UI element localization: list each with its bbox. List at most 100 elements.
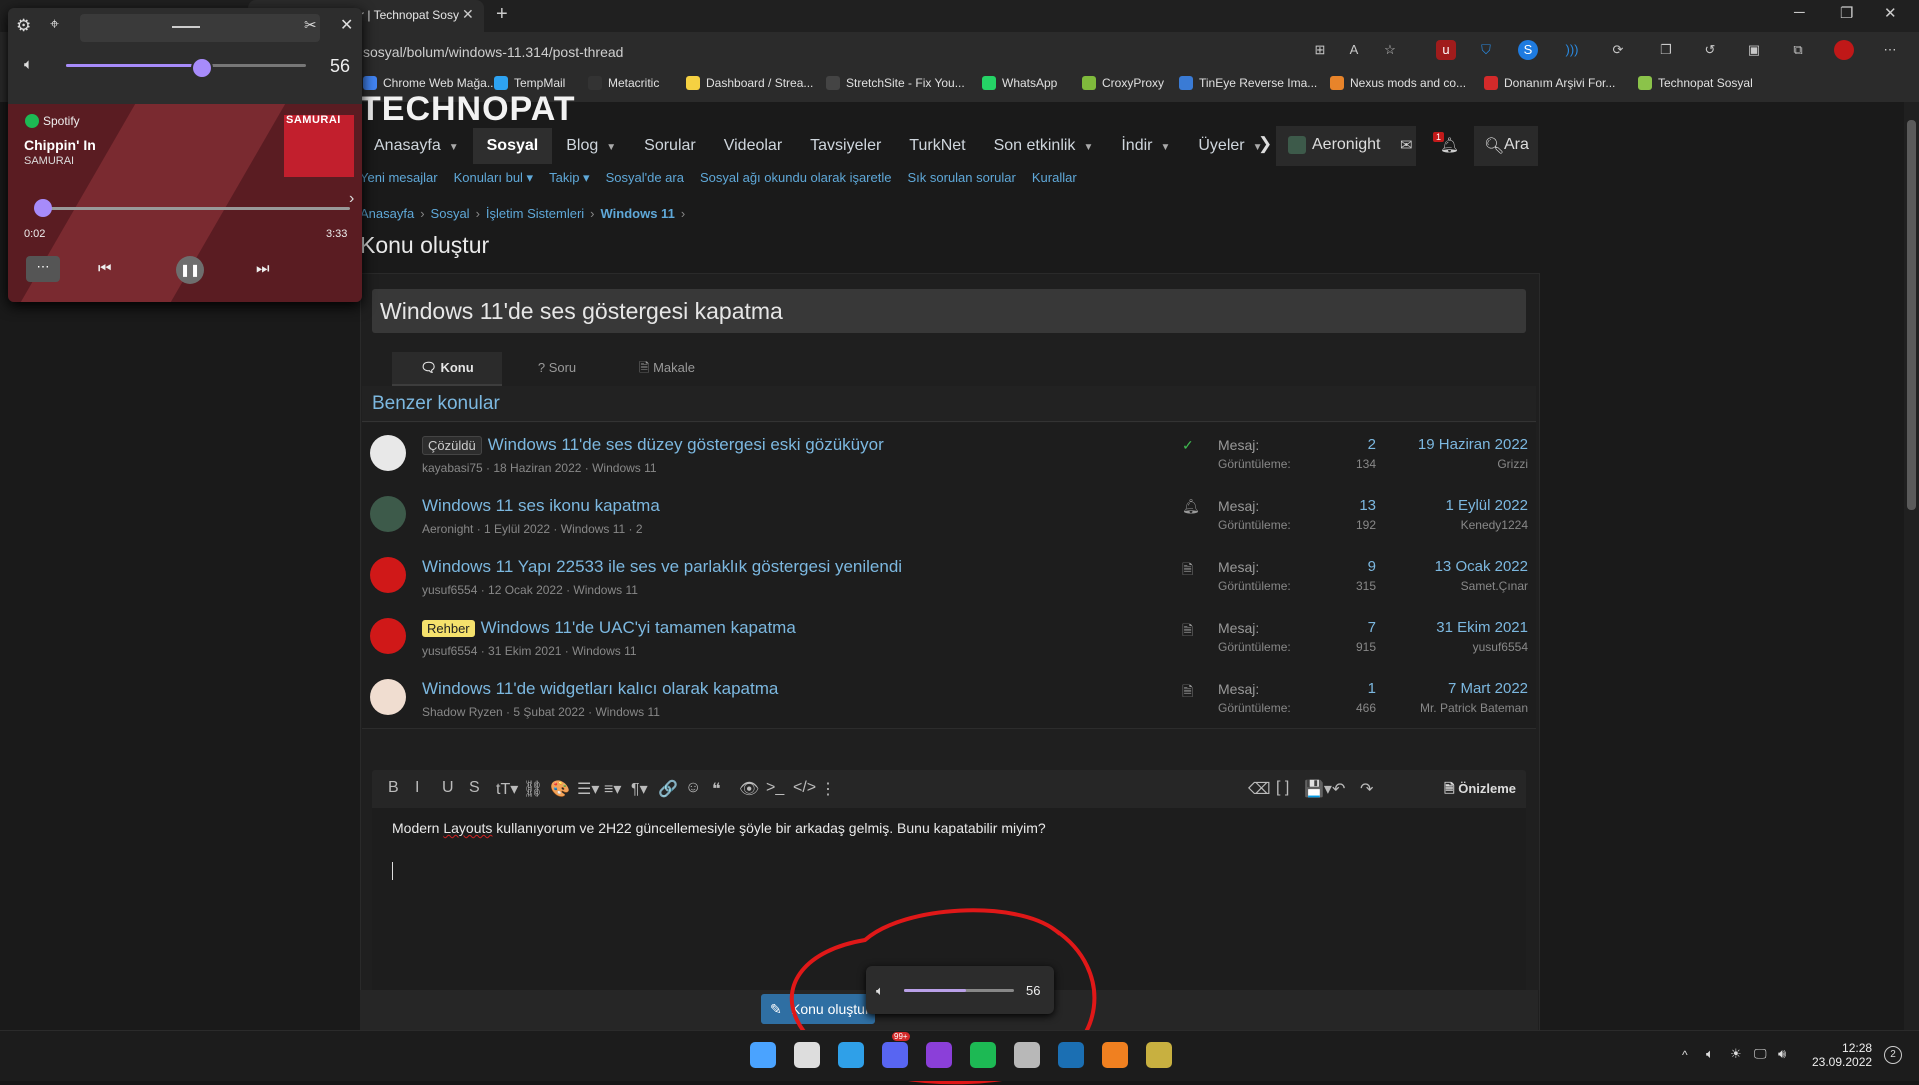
thread-title-link[interactable]: Windows 11 Yapı 22533 ile ses ve parlakl…: [422, 557, 902, 577]
seek-thumb[interactable]: [34, 199, 53, 217]
seek-track[interactable]: [40, 207, 350, 210]
bookmark-item[interactable]: Dashboard / Strea...: [686, 76, 813, 90]
breadcrumb-link[interactable]: Windows 11: [601, 206, 675, 221]
thread-title-input[interactable]: Windows 11'de ses göstergesi kapatma: [372, 289, 1526, 333]
ublock-icon[interactable]: u: [1436, 40, 1456, 60]
thread-title-link[interactable]: Windows 11'de widgetları kalıcı olarak k…: [422, 679, 778, 699]
editor-tool-button[interactable]: </>: [793, 779, 816, 797]
thread-prefix-badge[interactable]: Rehber: [422, 620, 475, 637]
bookmark-item[interactable]: WhatsApp: [982, 76, 1057, 90]
bookmark-item[interactable]: Metacritic: [588, 76, 659, 90]
chevron-down-icon[interactable]: ▼: [1160, 142, 1170, 153]
brightness-icon[interactable]: ☀: [1730, 1046, 1742, 1062]
subnav-link[interactable]: Sık sorulan sorular: [907, 170, 1015, 186]
thread-title-link[interactable]: Çözüldü Windows 11'de ses düzey gösterges…: [422, 435, 884, 455]
similar-thread-row[interactable]: Windows 11 ses ikonu kapatma Aeronight · …: [362, 484, 1536, 546]
tab-close-icon[interactable]: ✕: [462, 6, 474, 23]
discord-icon[interactable]: [882, 1042, 908, 1068]
edge-icon[interactable]: [838, 1042, 864, 1068]
extensions-icon[interactable]: ⟳: [1608, 40, 1628, 60]
split-screen-icon[interactable]: ⊞: [1310, 40, 1330, 60]
thread-title-link[interactable]: Rehber Windows 11'de UAC'yi tamamen kapat…: [422, 618, 796, 638]
minimize-button[interactable]: ─: [1794, 4, 1805, 21]
close-window-button[interactable]: ✕: [1884, 4, 1897, 22]
editor-tool-button[interactable]: [ ]: [1276, 779, 1289, 797]
similar-thread-row[interactable]: Windows 11'de widgetları kalıcı olarak k…: [362, 667, 1536, 729]
nav-item-8[interactable]: İndir ▼: [1107, 128, 1184, 164]
breadcrumb-link[interactable]: Anasayfa: [360, 206, 414, 221]
game-icon[interactable]: [1146, 1042, 1172, 1068]
bookmark-item[interactable]: Donanım Arşivi For...: [1484, 76, 1615, 90]
editor-tool-button[interactable]: ¶▾: [631, 779, 648, 799]
windows-start-icon[interactable]: [750, 1042, 776, 1068]
restore-button[interactable]: ❐: [1840, 4, 1853, 22]
misspelled-word[interactable]: Layouts: [443, 820, 492, 836]
last-post-date[interactable]: 7 Mart 2022: [1448, 680, 1528, 697]
site-logo[interactable]: TECHNOPAT: [360, 90, 576, 129]
last-post-user[interactable]: Kenedy1224: [1461, 518, 1528, 532]
similar-thread-row[interactable]: Rehber Windows 11'de UAC'yi tamamen kapat…: [362, 606, 1536, 668]
unpin-icon[interactable]: ✂: [304, 16, 317, 34]
nav-item-3[interactable]: Sorular: [630, 128, 710, 164]
close-icon[interactable]: ✕: [340, 15, 353, 35]
chevron-up-icon[interactable]: ^: [1682, 1048, 1688, 1062]
subnav-link[interactable]: Yeni mesajlar: [360, 170, 438, 186]
thread-prefix-badge[interactable]: Çözüldü: [422, 436, 482, 455]
collections-icon[interactable]: ❐: [1656, 40, 1676, 60]
editor-tool-button[interactable]: >_: [766, 779, 784, 797]
bookmark-item[interactable]: Nexus mods and co...: [1330, 76, 1466, 90]
editor-tool-button[interactable]: 👁: [739, 779, 759, 799]
avatar[interactable]: [370, 496, 406, 532]
wifi-icon[interactable]: ))): [1562, 40, 1582, 60]
bookmark-item[interactable]: Technopat Sosyal: [1638, 76, 1753, 90]
editor-tool-button[interactable]: U: [442, 779, 454, 797]
read-aloud-icon[interactable]: A: [1344, 40, 1364, 60]
thread-title-text[interactable]: Windows 11 Yapı 22533 ile ses ve parlakl…: [422, 557, 902, 576]
last-post-user[interactable]: Mr. Patrick Bateman: [1420, 701, 1528, 715]
editor-tool-button[interactable]: ☰▾: [577, 779, 599, 799]
thread-title-link[interactable]: Windows 11 ses ikonu kapatma: [422, 496, 660, 516]
breadcrumb-link[interactable]: İşletim Sistemleri: [486, 206, 584, 221]
editor-tool-button[interactable]: ↷: [1360, 779, 1373, 799]
similar-thread-row[interactable]: Çözüldü Windows 11'de ses düzey gösterges…: [362, 423, 1536, 485]
chevron-down-icon[interactable]: ▼: [1083, 142, 1093, 153]
expand-chevron-icon[interactable]: ›: [349, 190, 354, 208]
drag-handle[interactable]: [80, 14, 320, 42]
bookmark-item[interactable]: TinEye Reverse Ima...: [1179, 76, 1317, 90]
last-post-date[interactable]: 31 Ekim 2021: [1436, 619, 1528, 636]
subnav-link[interactable]: Konuları bul ▾: [454, 170, 534, 186]
speaker-tray-icon[interactable]: 🔊︎: [1778, 1046, 1786, 1062]
last-post-user[interactable]: yusuf6554: [1473, 640, 1528, 654]
bookmark-item[interactable]: CroxyProxy: [1082, 76, 1164, 90]
tab-actions-icon[interactable]: ⧉: [1788, 40, 1808, 60]
nav-item-1[interactable]: Sosyal: [472, 128, 553, 164]
next-icon[interactable]: ⏭: [256, 260, 270, 277]
tab-question[interactable]: ? Soru: [502, 352, 612, 384]
bookmark-item[interactable]: StretchSite - Fix You...: [826, 76, 965, 90]
network-icon[interactable]: 🖵︎: [1754, 1046, 1767, 1062]
avatar[interactable]: [370, 679, 406, 715]
similar-thread-row[interactable]: Windows 11 Yapı 22533 ile ses ve parlakl…: [362, 545, 1536, 607]
nav-item-2[interactable]: Blog ▼: [552, 128, 630, 164]
nav-item-4[interactable]: Videolar: [710, 128, 796, 164]
bookmark-item[interactable]: Chrome Web Mağa...: [363, 76, 497, 90]
last-post-date[interactable]: 1 Eylül 2022: [1445, 497, 1528, 514]
editor-tool-button[interactable]: ↶: [1332, 779, 1345, 799]
avatar[interactable]: [370, 618, 406, 654]
search-button[interactable]: 🔍︎ Ara: [1474, 126, 1538, 166]
bookmark-item[interactable]: TempMail: [494, 76, 565, 90]
translate-icon[interactable]: S: [1518, 40, 1538, 60]
last-post-user[interactable]: Samet.Çınar: [1461, 579, 1528, 593]
chevron-down-icon[interactable]: ▼: [606, 142, 616, 153]
shield-icon[interactable]: ⛉: [1476, 40, 1496, 60]
subnav-link[interactable]: Sosyal ağı okundu olarak işaretle: [700, 170, 892, 186]
thread-title-text[interactable]: Windows 11'de widgetları kalıcı olarak k…: [422, 679, 778, 698]
tab-article[interactable]: 🗎 Makale: [612, 352, 722, 384]
editor-text[interactable]: Modern Layouts kullanıyorum ve 2H22 günc…: [392, 820, 1046, 836]
anime-app-icon[interactable]: [1014, 1042, 1040, 1068]
ng-icon[interactable]: [1102, 1042, 1128, 1068]
history-icon[interactable]: ↺: [1700, 40, 1720, 60]
search-icon[interactable]: [794, 1042, 820, 1068]
scrollbar-thumb[interactable]: [1907, 120, 1916, 510]
last-post-date[interactable]: 13 Ocak 2022: [1435, 558, 1528, 575]
